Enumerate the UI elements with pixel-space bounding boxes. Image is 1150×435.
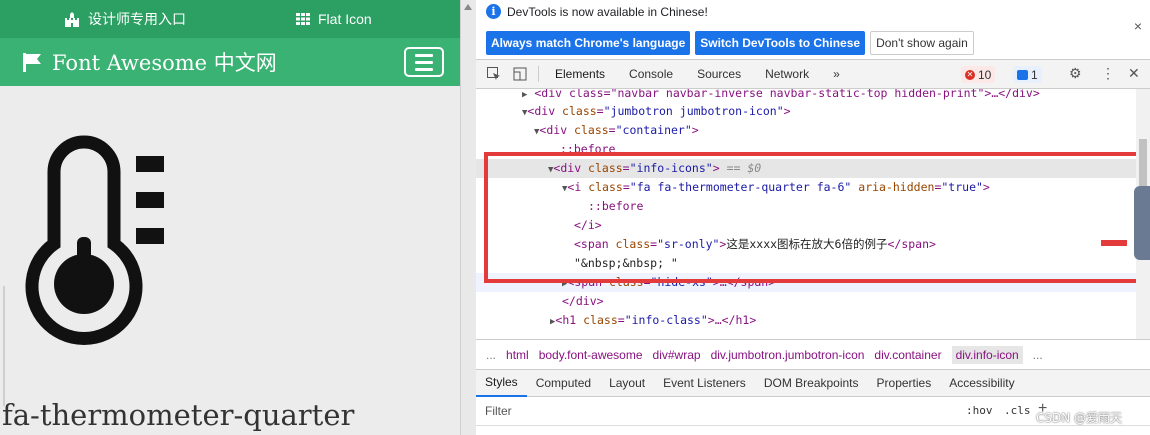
breadcrumb-more-right[interactable]: ...: [1033, 348, 1043, 362]
menu-toggle-button[interactable]: [404, 47, 444, 77]
gear-icon[interactable]: ⚙: [1069, 65, 1082, 82]
subtab-layout[interactable]: Layout: [600, 369, 654, 397]
errors-badge[interactable]: ✕ 10: [961, 66, 996, 83]
csdn-watermark: CSDN @爱雨天: [1036, 411, 1123, 425]
breadcrumb-more-left[interactable]: ...: [486, 348, 496, 362]
website-viewport: 设计师专用入口 Flat Icon Font Awesome 中文网 fa-th…: [0, 0, 460, 435]
castle-icon: [65, 11, 79, 27]
messages-badge[interactable]: 1: [1013, 66, 1042, 83]
site-topbar: 设计师专用入口 Flat Icon: [0, 0, 460, 38]
breadcrumb-wrap[interactable]: div#wrap: [653, 348, 701, 362]
switch-chinese-button[interactable]: Switch DevTools to Chinese: [695, 31, 866, 55]
messages-count: 1: [1031, 67, 1038, 82]
message-icon: [1017, 69, 1028, 80]
language-infobar: i DevTools is now available in Chinese! …: [476, 0, 1150, 60]
close-devtools-icon[interactable]: ✕: [1128, 65, 1140, 82]
subtab-computed[interactable]: Computed: [527, 369, 600, 397]
site-navbar: Font Awesome 中文网: [0, 38, 460, 86]
drag-handle[interactable]: [1134, 186, 1150, 260]
tab-elements[interactable]: Elements: [543, 60, 617, 89]
dom-close-i[interactable]: </i>: [574, 216, 602, 235]
dom-node-sr-only[interactable]: <span class="sr-only">这是xxxx图标在放大6倍的例子</…: [574, 235, 936, 254]
errors-count: 10: [978, 67, 992, 82]
dom-node-i[interactable]: ▼<i class="fa fa-thermometer-quarter fa-…: [562, 178, 990, 197]
infobar-message: DevTools is now available in Chinese!: [507, 4, 708, 19]
error-icon: ✕: [965, 69, 975, 80]
styles-filter-input[interactable]: Filter: [485, 404, 512, 418]
match-language-button[interactable]: Always match Chrome's language: [486, 31, 691, 55]
scroll-up-arrow-icon[interactable]: [464, 4, 472, 10]
icon-class-heading: fa-thermometer-quarter: [2, 398, 355, 432]
dont-show-again-button[interactable]: Don't show again: [870, 31, 974, 55]
grid-icon: [296, 13, 310, 25]
brand-title: Font Awesome 中文网: [52, 51, 277, 75]
jumbotron-icon: fa-thermometer-quarter: [0, 86, 460, 435]
designer-entry-link[interactable]: 设计师专用入口: [64, 9, 186, 29]
elements-tree: ▶ <div class="navbar navbar-inverse navb…: [476, 89, 1136, 339]
flat-icon-label: Flat Icon: [318, 11, 372, 27]
brand-link[interactable]: Font Awesome 中文网: [22, 47, 277, 77]
dom-node-h1[interactable]: ▶<h1 class="info-class">…</h1>: [550, 311, 756, 330]
dom-close-div[interactable]: </div>: [562, 292, 604, 311]
cls-toggle[interactable]: .cls: [1004, 404, 1031, 417]
tab-network[interactable]: Network: [753, 60, 821, 89]
inspect-element-icon[interactable]: [486, 66, 502, 82]
flat-icon-link[interactable]: Flat Icon: [296, 11, 372, 27]
designer-entry-label: 设计师专用入口: [88, 11, 186, 27]
tab-console[interactable]: Console: [617, 60, 685, 89]
hov-toggle[interactable]: :hov: [966, 404, 993, 417]
highlight-annotation-mark: [1101, 240, 1127, 246]
pseudo-before-i[interactable]: ::before: [588, 197, 643, 216]
dom-node-jumbotron[interactable]: ▼<div class="jumbotron jumbotron-icon">: [522, 102, 791, 121]
flag-icon: [23, 53, 41, 72]
breadcrumb-container[interactable]: div.container: [874, 348, 941, 362]
bars-icon: [415, 53, 433, 57]
thermometer-quarter-icon: [25, 135, 164, 345]
breadcrumb-jumbotron[interactable]: div.jumbotron.jumbotron-icon: [711, 348, 865, 362]
subtab-dom-breakpoints[interactable]: DOM Breakpoints: [755, 369, 868, 397]
close-icon[interactable]: ×: [1134, 18, 1142, 34]
breadcrumb-body[interactable]: body.font-awesome: [539, 348, 643, 362]
devtools-tabbar: Elements Console Sources Network » ✕ 10 …: [476, 60, 1150, 89]
breadcrumb-info-icon[interactable]: div.info-icon: [951, 345, 1023, 364]
styles-subtabs: Styles Computed Layout Event Listeners D…: [476, 369, 1150, 397]
kebab-menu-icon[interactable]: ⋮: [1101, 65, 1115, 82]
device-toolbar-icon[interactable]: [512, 66, 528, 82]
subtab-event-listeners[interactable]: Event Listeners: [654, 369, 755, 397]
viewport-splitter[interactable]: [460, 0, 476, 435]
more-tabs-button[interactable]: »: [821, 60, 852, 89]
dom-node-navbar[interactable]: ▶ <div class="navbar navbar-inverse navb…: [522, 89, 1040, 103]
dom-node-info-icons[interactable]: ▼<div class="info-icons"> == $0: [548, 159, 761, 178]
breadcrumb-html[interactable]: html: [506, 348, 529, 362]
info-icon: i: [486, 4, 501, 19]
dom-node-container[interactable]: ▼<div class="container">: [534, 121, 699, 140]
devtools-panel: i DevTools is now available in Chinese! …: [476, 0, 1150, 435]
subtab-accessibility[interactable]: Accessibility: [940, 369, 1023, 397]
dom-text-node[interactable]: "&nbsp;&nbsp; ": [574, 254, 678, 273]
pseudo-before[interactable]: ::before: [560, 140, 615, 159]
dom-node-hide-xs[interactable]: ▶<span class="hide-xs">…</span>: [562, 273, 775, 292]
tab-sources[interactable]: Sources: [685, 60, 753, 89]
breadcrumb: ... html body.font-awesome div#wrap div.…: [476, 339, 1150, 369]
subtab-properties[interactable]: Properties: [868, 369, 941, 397]
subtab-styles[interactable]: Styles: [476, 369, 527, 397]
